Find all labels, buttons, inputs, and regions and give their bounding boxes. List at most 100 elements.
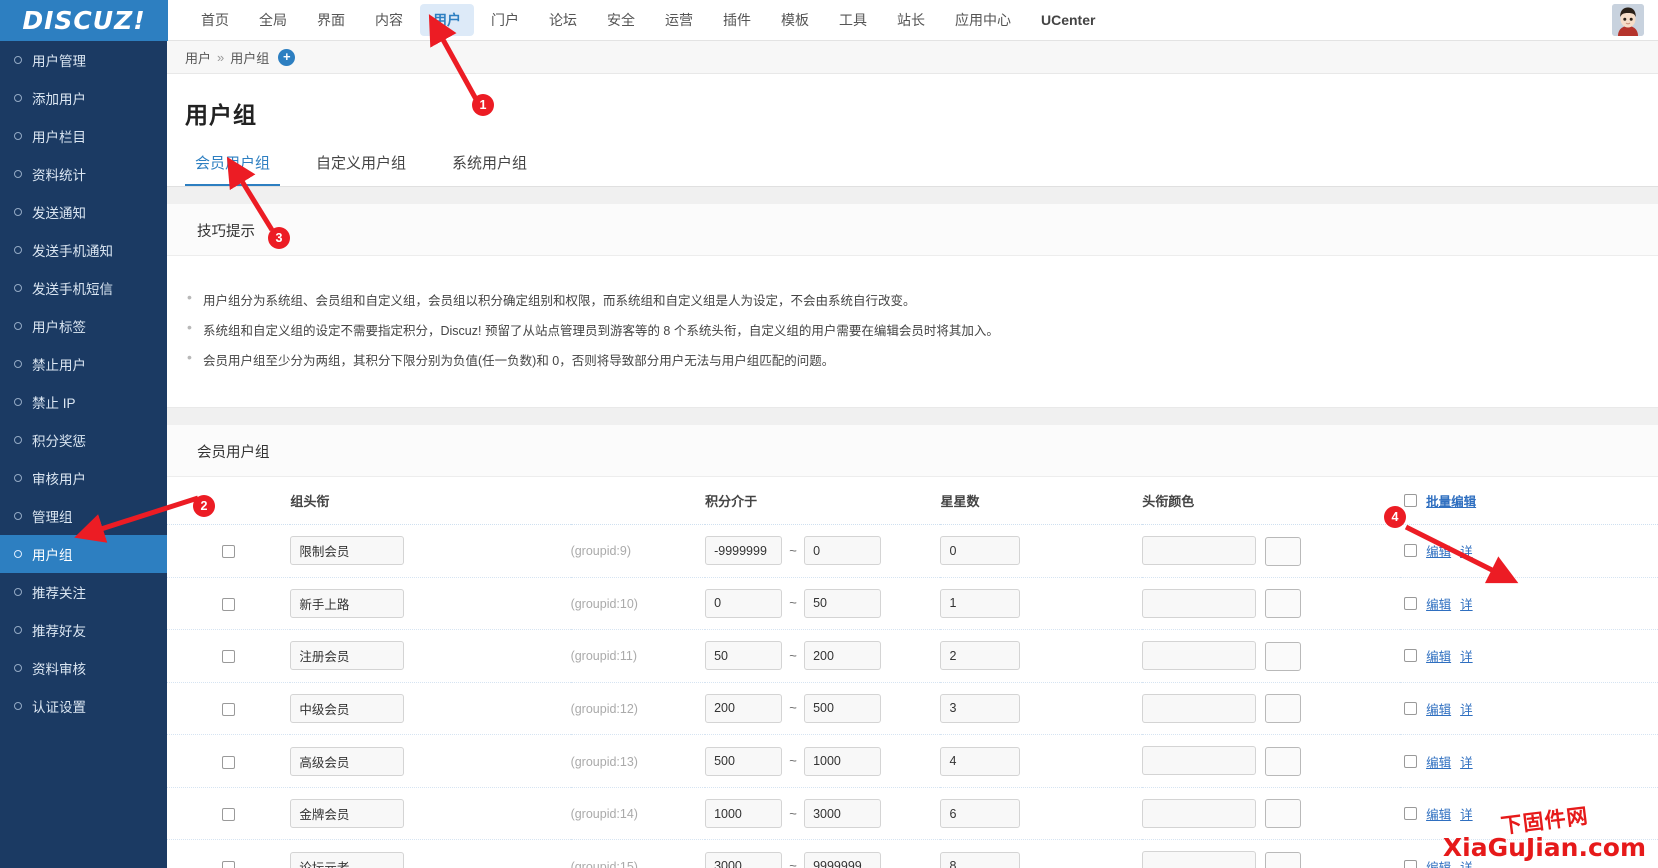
topnav-item-7[interactable]: 安全 [594,4,648,36]
sidebar-item-12[interactable]: 管理组 [0,497,167,535]
row-checkbox[interactable] [222,545,236,559]
stars-input[interactable] [940,851,1021,868]
color-swatch-button[interactable] [1265,641,1302,671]
edit-link[interactable]: 编辑 [1426,857,1451,868]
sidebar-item-4[interactable]: 发送通知 [0,193,167,231]
detail-link[interactable]: 详 [1460,804,1473,823]
group-title-input[interactable] [290,641,405,671]
row-checkbox[interactable] [222,650,236,664]
credits-max-input[interactable] [804,588,882,618]
detail-link[interactable]: 详 [1460,594,1473,613]
sidebar-item-7[interactable]: 用户标签 [0,307,167,345]
color-swatch-button[interactable] [1265,799,1302,829]
edit-link[interactable]: 编辑 [1426,699,1451,718]
stars-input[interactable] [940,641,1021,671]
sidebar-item-13[interactable]: 用户组 [0,535,167,573]
sidebar-item-10[interactable]: 积分奖惩 [0,421,167,459]
title-color-input[interactable] [1142,851,1257,868]
sidebar-item-0[interactable]: 用户管理 [0,41,167,79]
topnav-item-3[interactable]: 内容 [362,4,416,36]
row-select-checkbox[interactable] [1404,649,1418,663]
detail-link[interactable]: 详 [1460,646,1473,665]
row-checkbox[interactable] [222,703,236,716]
sidebar-item-11[interactable]: 审核用户 [0,459,167,497]
group-title-input[interactable] [290,588,405,618]
row-select-checkbox[interactable] [1404,596,1418,610]
group-title-input[interactable] [290,799,405,829]
title-color-input[interactable] [1142,746,1257,776]
detail-link[interactable]: 详 [1460,752,1473,771]
sidebar-item-17[interactable]: 认证设置 [0,687,167,725]
group-title-input[interactable] [290,851,405,868]
sidebar-item-1[interactable]: 添加用户 [0,79,167,117]
topnav-item-6[interactable]: 论坛 [536,4,590,36]
tab-0[interactable]: 会员用户组 [185,146,281,186]
group-title-input[interactable] [290,536,405,566]
credits-min-input[interactable] [705,693,783,723]
credits-min-input[interactable] [705,851,783,868]
topnav-item-9[interactable]: 插件 [710,4,764,36]
color-swatch-button[interactable] [1265,851,1302,868]
title-color-input[interactable] [1142,641,1257,671]
avatar[interactable] [1612,4,1644,36]
color-swatch-button[interactable] [1265,694,1302,724]
detail-link[interactable]: 详 [1460,857,1473,868]
row-select-checkbox[interactable] [1404,754,1418,768]
row-checkbox[interactable] [222,755,236,769]
edit-link[interactable]: 编辑 [1426,594,1451,613]
title-color-input[interactable] [1142,693,1257,723]
credits-min-input[interactable] [705,746,783,776]
row-checkbox[interactable] [222,808,236,822]
credits-max-input[interactable] [804,746,882,776]
stars-input[interactable] [940,693,1021,723]
credits-max-input[interactable] [804,799,882,829]
breadcrumb-current[interactable]: 用户组 [230,48,269,67]
title-color-input[interactable] [1142,798,1257,828]
group-title-input[interactable] [290,693,405,723]
discuz-logo[interactable]: DISCUZ! [0,0,168,41]
row-select-checkbox[interactable] [1404,807,1418,821]
stars-input[interactable] [940,746,1021,776]
color-swatch-button[interactable] [1265,589,1302,619]
tab-2[interactable]: 系统用户组 [442,146,537,186]
edit-link[interactable]: 编辑 [1426,804,1451,823]
stars-input[interactable] [940,588,1021,618]
color-swatch-button[interactable] [1265,536,1302,566]
credits-max-input[interactable] [804,851,882,868]
topnav-item-5[interactable]: 门户 [478,4,532,36]
batch-select-all-checkbox[interactable] [1404,494,1418,507]
credits-min-input[interactable] [705,536,783,566]
batch-edit-link[interactable]: 批量编辑 [1426,491,1476,510]
sidebar-item-6[interactable]: 发送手机短信 [0,269,167,307]
sidebar-item-16[interactable]: 资料审核 [0,649,167,687]
topnav-item-1[interactable]: 全局 [246,4,300,36]
group-title-input[interactable] [290,746,405,776]
edit-link[interactable]: 编辑 [1426,646,1451,665]
topnav-item-13[interactable]: 应用中心 [942,4,1024,36]
sidebar-item-9[interactable]: 禁止 IP [0,383,167,421]
sidebar-item-3[interactable]: 资料统计 [0,155,167,193]
credits-min-input[interactable] [705,641,783,671]
topnav-item-4[interactable]: 用户 [420,4,474,36]
credits-max-input[interactable] [804,536,882,566]
topnav-item-14[interactable]: UCenter [1028,6,1108,34]
stars-input[interactable] [940,799,1021,829]
sidebar-item-14[interactable]: 推荐关注 [0,573,167,611]
sidebar-item-5[interactable]: 发送手机通知 [0,231,167,269]
row-checkbox[interactable] [222,597,236,611]
detail-link[interactable]: 详 [1460,541,1473,560]
detail-link[interactable]: 详 [1460,699,1473,718]
sidebar-item-2[interactable]: 用户栏目 [0,117,167,155]
credits-min-input[interactable] [705,588,783,618]
row-select-checkbox[interactable] [1404,701,1418,715]
tab-1[interactable]: 自定义用户组 [306,146,416,186]
add-shortcut-icon[interactable]: + [278,48,296,66]
row-select-checkbox[interactable] [1404,544,1418,558]
credits-max-input[interactable] [804,641,882,671]
title-color-input[interactable] [1142,536,1257,565]
edit-link[interactable]: 编辑 [1426,541,1451,560]
topnav-item-11[interactable]: 工具 [826,4,880,36]
topnav-item-12[interactable]: 站长 [884,4,938,36]
credits-min-input[interactable] [705,799,783,829]
sidebar-item-8[interactable]: 禁止用户 [0,345,167,383]
